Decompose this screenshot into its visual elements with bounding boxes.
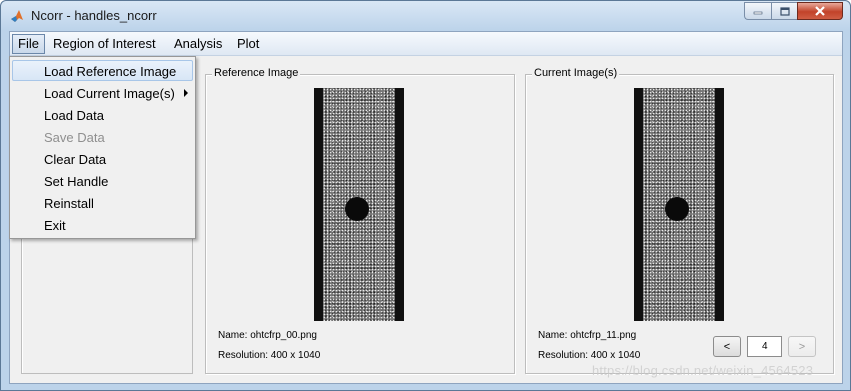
maximize-button[interactable] [771, 2, 797, 20]
minimize-button[interactable] [744, 2, 771, 20]
reference-panel-title: Reference Image [212, 67, 301, 79]
menu-item-load-reference-image[interactable]: Load Reference Image [12, 60, 193, 81]
menu-item-set-handle[interactable]: Set Handle [12, 170, 193, 191]
close-button[interactable] [797, 2, 843, 20]
file-dropdown-menu: Load Reference Image Load Current Image(… [9, 56, 196, 239]
menu-item-load-current-images-label: Load Current Image(s) [44, 86, 175, 101]
menu-item-reinstall[interactable]: Reinstall [12, 192, 193, 213]
reference-image-panel: Reference Image Name: ohtcfrp_00.png Res… [205, 67, 515, 374]
previous-image-button[interactable]: < [713, 336, 741, 357]
menu-file[interactable]: File [12, 34, 45, 54]
image-index-input[interactable]: 4 [747, 336, 782, 357]
menu-item-load-current-images[interactable]: Load Current Image(s) [12, 82, 193, 103]
menu-region-of-interest[interactable]: Region of Interest [47, 34, 162, 54]
reference-name-label: Name: ohtcfrp_00.png [218, 330, 317, 341]
current-resolution-label: Resolution: 400 x 1040 [538, 350, 641, 361]
window-title: Ncorr - handles_ncorr [31, 8, 157, 23]
current-image [634, 88, 724, 321]
reference-hole [345, 197, 369, 221]
menu-bar: File Region of Interest Analysis Plot [10, 32, 842, 56]
watermark-text: https://blog.csdn.net/weixin_4564523 [592, 363, 814, 378]
reference-resolution-label: Resolution: 400 x 1040 [218, 350, 321, 361]
close-icon [815, 6, 825, 16]
window-controls [744, 2, 843, 20]
menu-item-save-data[interactable]: Save Data [12, 126, 193, 147]
current-image-panel: Current Image(s) Name: ohtcfrp_11.png Re… [525, 67, 834, 374]
menu-item-clear-data[interactable]: Clear Data [12, 148, 193, 169]
matlab-icon [11, 10, 23, 22]
next-image-button[interactable]: > [788, 336, 816, 357]
maximize-icon [779, 6, 790, 16]
reference-image [314, 88, 404, 321]
minimize-icon [753, 11, 763, 15]
menu-item-exit[interactable]: Exit [12, 214, 193, 235]
submenu-arrow-icon [184, 89, 188, 97]
title-bar[interactable]: Ncorr - handles_ncorr [1, 1, 850, 31]
current-hole [665, 197, 689, 221]
app-window: Ncorr - handles_ncorr File Region of Int… [0, 0, 851, 391]
menu-item-load-data[interactable]: Load Data [12, 104, 193, 125]
current-name-label: Name: ohtcfrp_11.png [538, 330, 637, 341]
menu-analysis[interactable]: Analysis [168, 34, 228, 54]
current-panel-title: Current Image(s) [532, 67, 620, 79]
menu-plot[interactable]: Plot [231, 34, 265, 54]
